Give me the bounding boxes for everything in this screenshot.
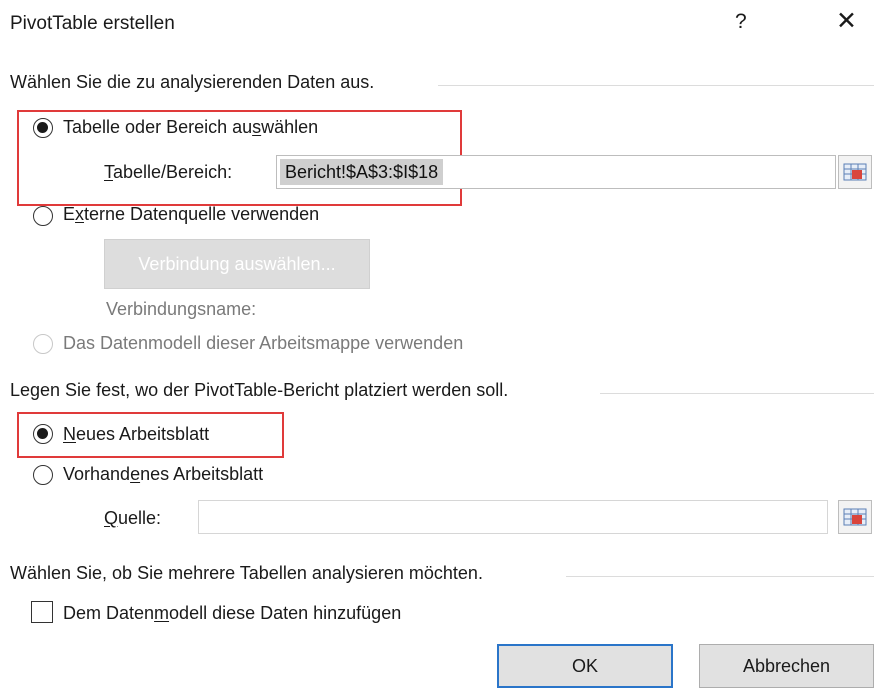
- radio-data-model-label[interactable]: Das Datenmodell dieser Arbeitsmappe verw…: [63, 333, 463, 354]
- placement-section-heading: Legen Sie fest, wo der PivotTable-Berich…: [10, 380, 509, 400]
- multi-table-section-heading: Wählen Sie, ob Sie mehrere Tabellen anal…: [10, 563, 483, 583]
- close-icon[interactable]: ✕: [836, 6, 857, 36]
- choose-connection-button[interactable]: Verbindung auswählen...: [104, 239, 370, 289]
- range-input-value: Bericht!$A$3:$I$18: [280, 159, 444, 185]
- radio-external-source-label[interactable]: Externe Datenquelle verwenden: [63, 204, 319, 225]
- radio-table-range[interactable]: [33, 118, 53, 138]
- source-input[interactable]: [198, 500, 828, 534]
- range-collapse-button[interactable]: [838, 155, 872, 189]
- data-section-heading: Wählen Sie die zu analysierenden Daten a…: [10, 72, 375, 92]
- radio-table-range-label[interactable]: Tabelle oder Bereich auswählen: [63, 117, 318, 138]
- range-picker-icon: [843, 508, 867, 526]
- radio-new-worksheet[interactable]: [33, 424, 53, 444]
- connection-name-label: Verbindungsname:: [106, 299, 257, 319]
- range-input[interactable]: Bericht!$A$3:$I$18: [276, 155, 836, 189]
- range-field-label: Tabelle/Bereich:: [104, 162, 233, 182]
- range-picker-icon: [843, 163, 867, 181]
- section-divider: [566, 576, 874, 577]
- radio-data-model[interactable]: [33, 334, 53, 354]
- ok-button[interactable]: OK: [497, 644, 673, 688]
- radio-existing-worksheet-label[interactable]: Vorhandenes Arbeitsblatt: [63, 464, 263, 485]
- cancel-button[interactable]: Abbrechen: [699, 644, 874, 688]
- dialog-title: PivotTable erstellen: [10, 13, 175, 34]
- radio-external-source[interactable]: [33, 206, 53, 226]
- add-to-datamodel-label[interactable]: Dem Datenmodell diese Daten hinzufügen: [63, 603, 401, 624]
- radio-existing-worksheet[interactable]: [33, 465, 53, 485]
- help-icon[interactable]: ?: [735, 10, 747, 34]
- radio-new-worksheet-label[interactable]: Neues Arbeitsblatt: [63, 424, 209, 445]
- source-collapse-button[interactable]: [838, 500, 872, 534]
- add-to-datamodel-checkbox[interactable]: [31, 601, 53, 623]
- source-field-label: Quelle:: [104, 508, 162, 528]
- section-divider: [438, 85, 874, 86]
- section-divider: [600, 393, 874, 394]
